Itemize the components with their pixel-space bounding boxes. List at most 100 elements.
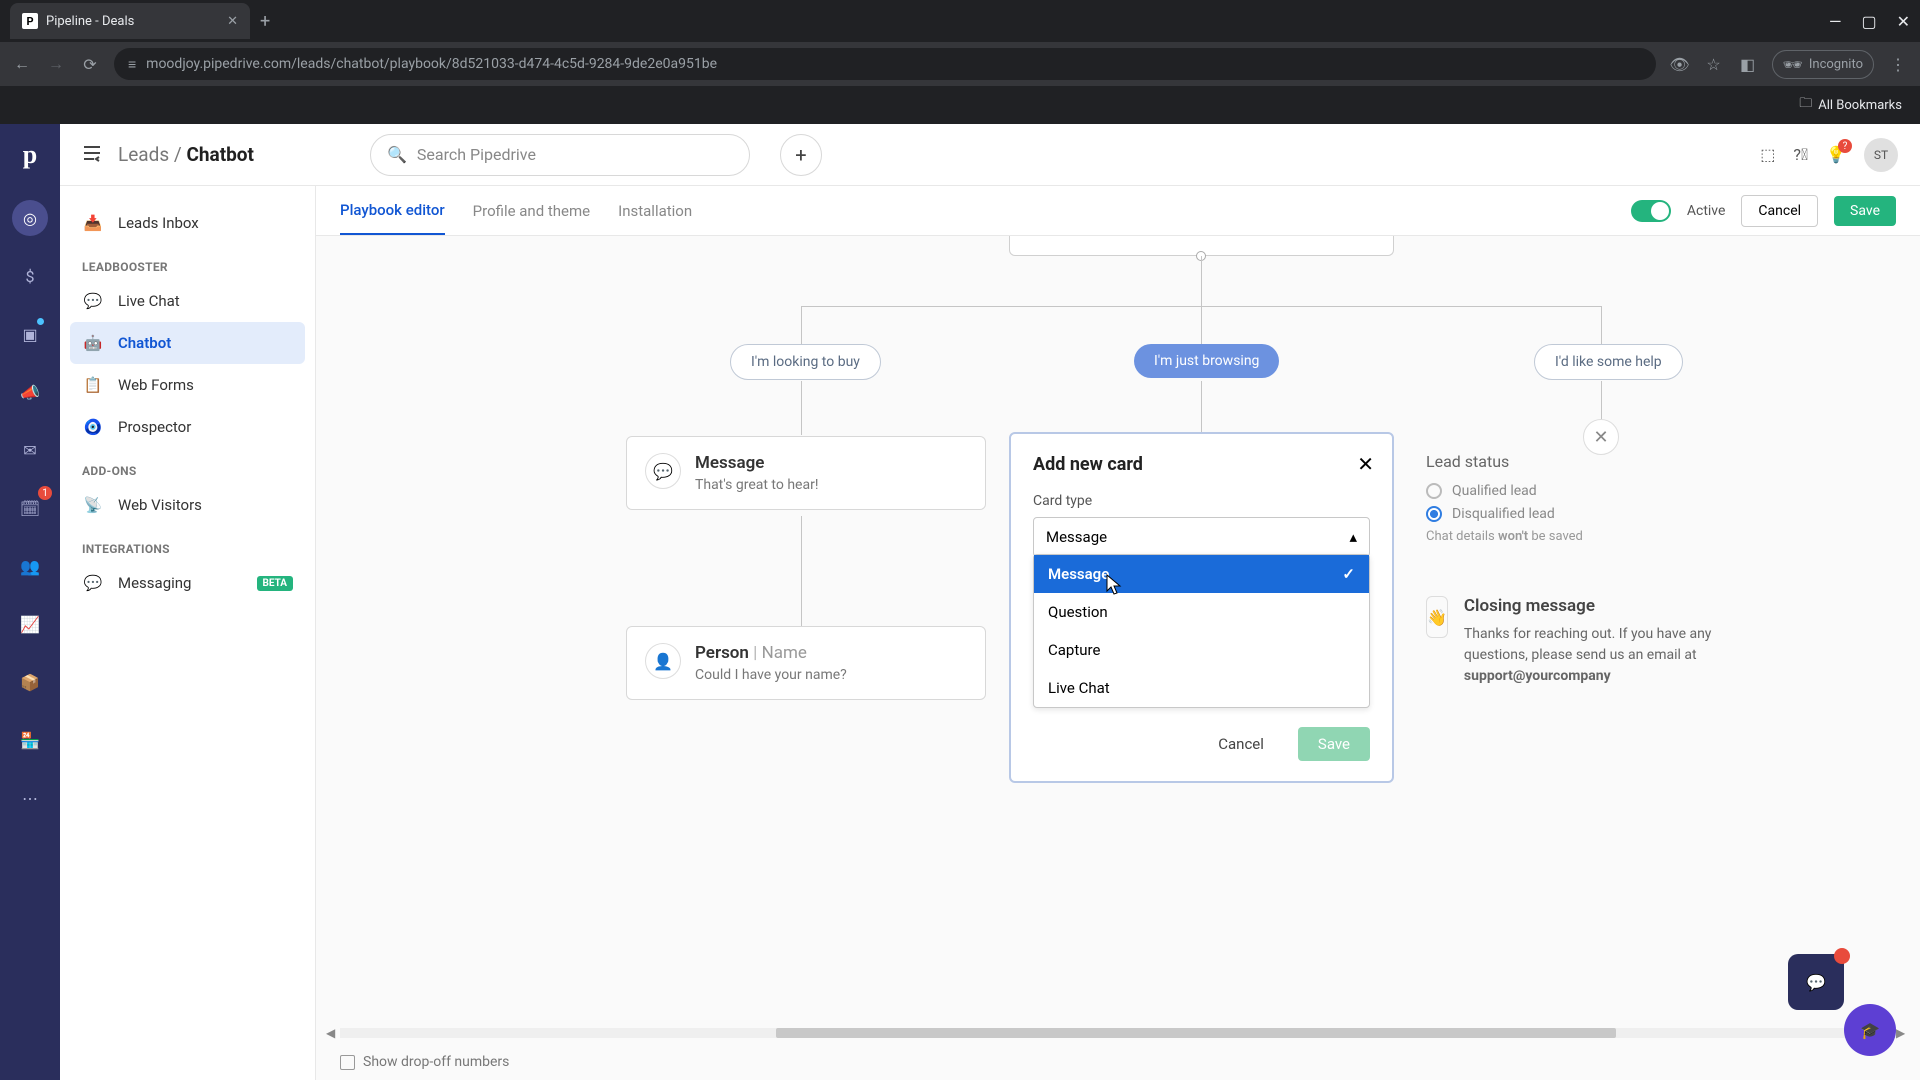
message-card[interactable]: 💬 Message That's great to hear! [626,436,986,510]
connector-line [801,306,802,346]
nav-reload-icon[interactable]: ⟳ [80,55,100,74]
modal-save-button[interactable]: Save [1298,727,1370,761]
dropdown-option-message[interactable]: Message ✓ [1034,555,1369,593]
rail-projects-icon[interactable]: ▣ [12,316,48,352]
connector-line [801,381,802,435]
sidebar-toggle-icon[interactable] [82,144,102,166]
rail-more-icon[interactable]: ⋯ [12,780,48,816]
active-toggle-label: Active [1687,203,1726,219]
scroll-right-icon[interactable]: ▶ [1896,1026,1910,1040]
scroll-left-icon[interactable]: ◀ [326,1026,340,1040]
scrollbar-thumb[interactable] [776,1028,1616,1038]
tab-profile-theme[interactable]: Profile and theme [473,188,590,234]
form-icon: 📋 [82,374,104,396]
quick-add-button[interactable]: + [780,134,822,176]
rail-marketplace-icon[interactable]: 🏪 [12,722,48,758]
help-fab[interactable]: 🎓 [1844,1004,1896,1056]
window-close-icon[interactable]: ✕ [1897,12,1910,31]
url-field[interactable]: ≡ moodjoy.pipedrive.com/leads/chatbot/pl… [114,48,1656,80]
search-placeholder: Search Pipedrive [417,145,536,164]
tab-playbook-editor[interactable]: Playbook editor [340,187,445,235]
choice-looking-to-buy[interactable]: I'm looking to buy [730,344,881,380]
extensions-icon[interactable]: ⬚ [1760,145,1775,164]
sidebar-label: Leads Inbox [118,214,199,232]
rail-products-icon[interactable]: 📦 [12,664,48,700]
incognito-eye-icon[interactable]: 👁 [1670,55,1690,74]
search-input[interactable]: 🔍 Search Pipedrive [370,134,750,176]
status-note: Chat details won't be saved [1426,529,1583,544]
sidebar-label: Web Visitors [118,496,202,514]
sidebar-label: Chatbot [118,334,171,352]
tab-title: Pipeline - Deals [46,14,134,29]
tab-close-icon[interactable]: ✕ [227,14,238,29]
window-maximize-icon[interactable]: ▢ [1861,12,1876,31]
closing-body: Thanks for reaching out. If you have any… [1464,624,1766,687]
sidebar-item-chatbot[interactable]: 🤖 Chatbot [70,322,305,364]
rail-leads-icon[interactable]: ◎ [12,200,48,236]
active-toggle[interactable] [1631,200,1671,222]
choice-need-help[interactable]: I'd like some help [1534,344,1683,380]
card-type-select[interactable]: Message ▴ [1033,517,1370,557]
option-label: Message [1048,565,1109,583]
modal-cancel-button[interactable]: Cancel [1198,727,1284,761]
notification-dot-icon [1834,948,1850,964]
robot-icon: 🤖 [82,332,104,354]
search-icon: 🔍 [387,145,407,164]
sidepanel-icon[interactable]: ◧ [1738,55,1758,74]
bookmark-star-icon[interactable]: ☆ [1704,55,1724,74]
all-bookmarks-button[interactable]: 🗀 All Bookmarks [1799,94,1902,116]
modal-close-icon[interactable]: ✕ [1357,452,1374,476]
sidebar-item-web-forms[interactable]: 📋 Web Forms [70,364,305,406]
rail-contacts-icon[interactable]: 👥 [12,548,48,584]
sidebar-label: Messaging [118,574,191,592]
tips-bulb-icon[interactable]: 💡? [1826,145,1846,164]
radio-disqualified-lead[interactable]: Disqualified lead [1426,506,1583,522]
scrollbar-track[interactable] [340,1028,1896,1038]
rail-badge: 1 [38,486,52,500]
nav-back-icon[interactable]: ← [12,54,32,74]
tab-installation[interactable]: Installation [618,188,692,234]
connector-line [1601,306,1602,346]
browser-menu-icon[interactable]: ⋮ [1888,55,1908,74]
sidebar-item-prospector[interactable]: 🧿 Prospector [70,406,305,448]
dropdown-option-question[interactable]: Question [1034,593,1369,631]
browser-tab[interactable]: P Pipeline - Deals ✕ [10,3,250,39]
sidebar-item-leads-inbox[interactable]: 📥 Leads Inbox [70,202,305,244]
playbook-canvas[interactable]: I'm looking to buy I'm just browsing I'd… [316,236,1920,1080]
branch-close-button[interactable]: ✕ [1583,419,1619,455]
site-info-icon[interactable]: ≡ [128,56,136,73]
choice-just-browsing[interactable]: I'm just browsing [1134,344,1279,378]
rail-mail-icon[interactable]: ✉ [12,432,48,468]
dropdown-option-live-chat[interactable]: Live Chat [1034,669,1369,707]
add-card-modal: Add new card ✕ Card type Message ▴ Messa… [1009,432,1394,783]
horizontal-scrollbar[interactable]: ◀ ▶ [326,1026,1910,1040]
chat-icon: 💬 [82,290,104,312]
rail-insights-icon[interactable]: 📈 [12,606,48,642]
dropdown-option-capture[interactable]: Capture [1034,631,1369,669]
rail-activities-icon[interactable]: 1🗓 [12,490,48,526]
help-icon[interactable]: ?⃝ [1793,145,1808,164]
sidebar-item-messaging[interactable]: 💬 Messaging BETA [70,562,305,604]
rail-campaigns-icon[interactable]: 📣 [12,374,48,410]
pipedrive-logo-icon[interactable]: p [23,140,37,170]
lead-status-panel: Lead status Qualified lead Disqualified … [1426,452,1583,544]
radio-icon [1426,483,1442,499]
connector-line [1201,256,1202,306]
sidebar-item-web-visitors[interactable]: 📡 Web Visitors [70,484,305,526]
save-button[interactable]: Save [1834,196,1896,226]
rail-deals-icon[interactable]: $ [12,258,48,294]
prospector-icon: 🧿 [82,416,104,438]
dropoff-toggle[interactable]: Show drop-off numbers [340,1054,509,1070]
new-tab-button[interactable]: + [260,11,270,32]
sidebar-label: Live Chat [118,292,180,310]
radio-qualified-lead[interactable]: Qualified lead [1426,483,1583,499]
window-minimize-icon[interactable]: — [1829,12,1842,31]
person-card[interactable]: 👤 Person | Name Could I have your name? [626,626,986,700]
cancel-button[interactable]: Cancel [1741,195,1818,227]
avatar[interactable]: ST [1864,138,1898,172]
crumb-root[interactable]: Leads [118,143,169,166]
sidebar-item-live-chat[interactable]: 💬 Live Chat [70,280,305,322]
live-chat-widget[interactable]: 💬 [1788,954,1844,1010]
closing-message-card[interactable]: 👋 Closing message Thanks for reaching ou… [1426,596,1766,687]
card-title: Message [645,453,967,473]
